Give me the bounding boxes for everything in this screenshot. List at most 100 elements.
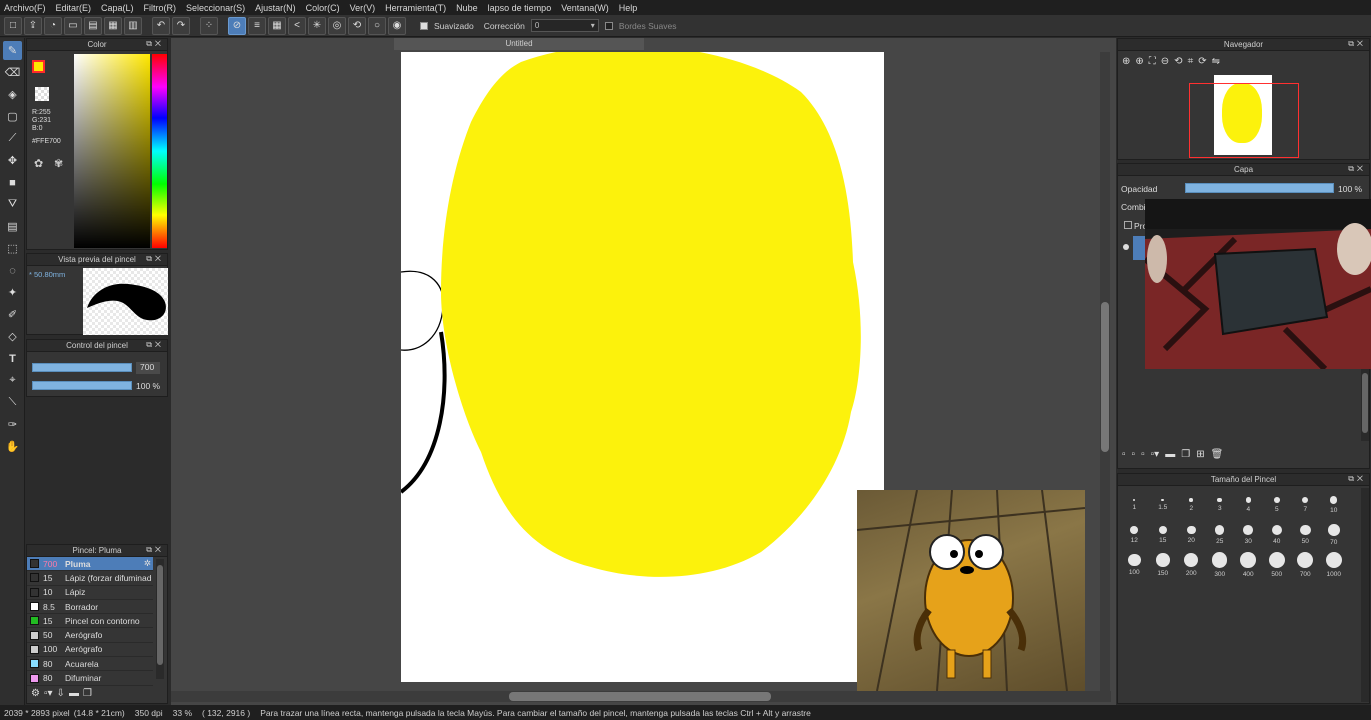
rect-select-tool-icon[interactable]: ⬚ [3, 239, 22, 258]
brush-size-option[interactable]: 1.5 [1149, 490, 1178, 520]
select-area-button[interactable]: ⁘ [200, 16, 218, 35]
frame-button[interactable]: ▭ [64, 16, 82, 35]
new-layer-alt-icon[interactable]: ▫ [1132, 449, 1136, 460]
brush-size-value[interactable]: 700 [136, 362, 160, 374]
add-layer-menu-icon[interactable]: ▫▾ [1151, 449, 1160, 460]
transparent-color-swatch[interactable] [35, 87, 49, 101]
brush-size-option[interactable]: 4 [1234, 490, 1263, 520]
brush-list-item[interactable]: 700 Pluma ✲ [27, 557, 153, 572]
menu-item[interactable]: lapso de tiempo [488, 3, 552, 13]
brush-list-scrollbar[interactable] [156, 559, 164, 679]
brush-size-option[interactable]: 15 [1149, 520, 1178, 550]
brush-size-slider-track[interactable] [32, 363, 132, 372]
grid-button[interactable]: ▦ [104, 16, 122, 35]
brush-list-item[interactable]: 8.5 Borrador [27, 600, 153, 615]
rotate-left-icon[interactable]: ⟲ [1174, 56, 1182, 67]
brush-size-option[interactable]: 12 [1120, 520, 1149, 550]
hue-slider[interactable] [152, 54, 167, 248]
lasso-tool-icon[interactable]: ◌ [3, 261, 22, 280]
layer-panel-scrollbar[interactable] [1361, 369, 1369, 441]
brush-size-option[interactable]: 40 [1263, 520, 1292, 550]
zoom-in-alt-icon[interactable]: ⊕ [1135, 56, 1143, 67]
page-button[interactable]: ▤ [84, 16, 102, 35]
brush-list-item[interactable]: 80 Acuarela [27, 657, 153, 672]
canvas-vertical-scrollbar[interactable] [1100, 52, 1110, 692]
layer-opacity-slider-track[interactable] [1185, 183, 1334, 193]
smooth-checkbox[interactable] [420, 21, 428, 30]
brush-size-option[interactable]: 5 [1263, 490, 1292, 520]
select-pen-tool-icon[interactable]: ✐ [3, 305, 22, 324]
new-layer-icon[interactable]: ▫ [1122, 449, 1126, 460]
snap-concentric-button[interactable]: ◎ [328, 16, 346, 35]
menu-item[interactable]: Filtro(R) [144, 3, 177, 13]
menu-item[interactable]: Ventana(W) [561, 3, 609, 13]
layer-visibility-icon[interactable] [1123, 244, 1129, 250]
soft-edges-checkbox[interactable] [604, 21, 613, 30]
brush-folder-icon[interactable]: ▬ [69, 688, 79, 699]
canvas-page[interactable] [401, 52, 884, 682]
primary-color-swatch[interactable] [32, 60, 45, 73]
select-eraser-tool-icon[interactable]: ◇ [3, 327, 22, 346]
brush-size-option[interactable]: 50 [1291, 520, 1320, 550]
brush-size-option[interactable]: 3 [1206, 490, 1235, 520]
brush-size-option[interactable]: 200 [1177, 550, 1206, 580]
brush-size-option[interactable]: 25 [1206, 520, 1235, 550]
brush-list-item[interactable]: 10 Lápiz [27, 586, 153, 600]
snap-curve-button[interactable]: ⟲ [348, 16, 366, 35]
speech-bubble-button[interactable]: ◔ [44, 16, 62, 35]
brush-opacity-slider-track[interactable] [32, 381, 132, 390]
canvas-horizontal-scrollbar[interactable] [171, 691, 1111, 702]
blur-eraser-tool-icon[interactable]: ◈ [3, 85, 22, 104]
brush-list-item[interactable]: 15 Lápiz (forzar difuminad [27, 571, 153, 586]
brush-list-item[interactable]: 100 Aerógrafo [27, 643, 153, 658]
menu-item[interactable]: Color(C) [306, 3, 340, 13]
menu-item[interactable]: Help [619, 3, 638, 13]
snap-off-button[interactable]: ⊘ [228, 16, 246, 35]
zoom-in-icon[interactable]: ⊕ [1122, 56, 1130, 67]
brush-size-option[interactable]: 30 [1234, 520, 1263, 550]
menu-item[interactable]: Ver(V) [350, 3, 376, 13]
brush-size-option[interactable]: 400 [1234, 550, 1263, 580]
duplicate-layer-icon[interactable]: ❐ [1181, 449, 1190, 460]
merge-layer-icon[interactable]: ⊞ [1196, 449, 1204, 460]
actual-size-icon[interactable]: ⌗ [1188, 56, 1194, 67]
menu-item[interactable]: Editar(E) [56, 3, 92, 13]
snap-parallel-button[interactable]: ≡ [248, 16, 266, 35]
move-tool-icon[interactable]: ✥ [3, 151, 22, 170]
menu-item[interactable]: Nube [456, 3, 478, 13]
brush-copy-icon[interactable]: ❐ [83, 688, 92, 699]
snap-perspective-button[interactable]: < [288, 16, 306, 35]
brush-list-item[interactable]: 15 Pincel con contorno [27, 614, 153, 629]
delete-layer-icon[interactable]: 🗑 [1211, 449, 1224, 460]
navigator-viewport-box[interactable] [1189, 83, 1299, 158]
undo-button[interactable]: ↶ [152, 16, 170, 35]
brush-size-option[interactable]: 10 [1320, 490, 1349, 520]
menu-item[interactable]: Capa(L) [101, 3, 134, 13]
snap-circle-button[interactable]: ○ [368, 16, 386, 35]
palette-icon[interactable]: ✿ [34, 157, 43, 170]
redo-button[interactable]: ↷ [172, 16, 190, 35]
magic-wand-tool-icon[interactable]: ✦ [3, 283, 22, 302]
text-tool-icon[interactable]: T [3, 349, 22, 368]
layer-folder-icon[interactable]: ▬ [1165, 449, 1175, 460]
snap-radial-button[interactable]: ✳ [308, 16, 326, 35]
snap-grid-button[interactable]: ▦ [268, 16, 286, 35]
brush-list-item[interactable]: 50 Aerógrafo [27, 628, 153, 643]
layout-button[interactable]: ▥ [124, 16, 142, 35]
protect-alpha-checkbox[interactable] [1124, 221, 1132, 229]
brush-size-option[interactable]: 500 [1263, 550, 1292, 580]
brush-size-option[interactable]: 150 [1149, 550, 1178, 580]
bucket-tool-icon[interactable]: ⛛ [3, 195, 22, 214]
saturation-value-picker[interactable] [74, 54, 150, 248]
menu-item[interactable]: Ajustar(N) [255, 3, 296, 13]
brush-settings-icon[interactable]: ⚙ [31, 688, 40, 699]
brush-size-option[interactable]: 70 [1320, 520, 1349, 550]
new-file-button[interactable]: □ [4, 16, 22, 35]
save-button[interactable]: ⇪ [24, 16, 42, 35]
palette-add-icon[interactable]: ✾ [54, 157, 63, 170]
add-brush-icon[interactable]: ▫▾ [44, 688, 53, 699]
shape-tool-icon[interactable]: ▢ [3, 107, 22, 126]
rectangle-fill-tool-icon[interactable]: ■ [3, 173, 22, 192]
gradient-tool-icon[interactable]: ▤ [3, 217, 22, 236]
document-tab[interactable]: Untitled [394, 38, 644, 50]
